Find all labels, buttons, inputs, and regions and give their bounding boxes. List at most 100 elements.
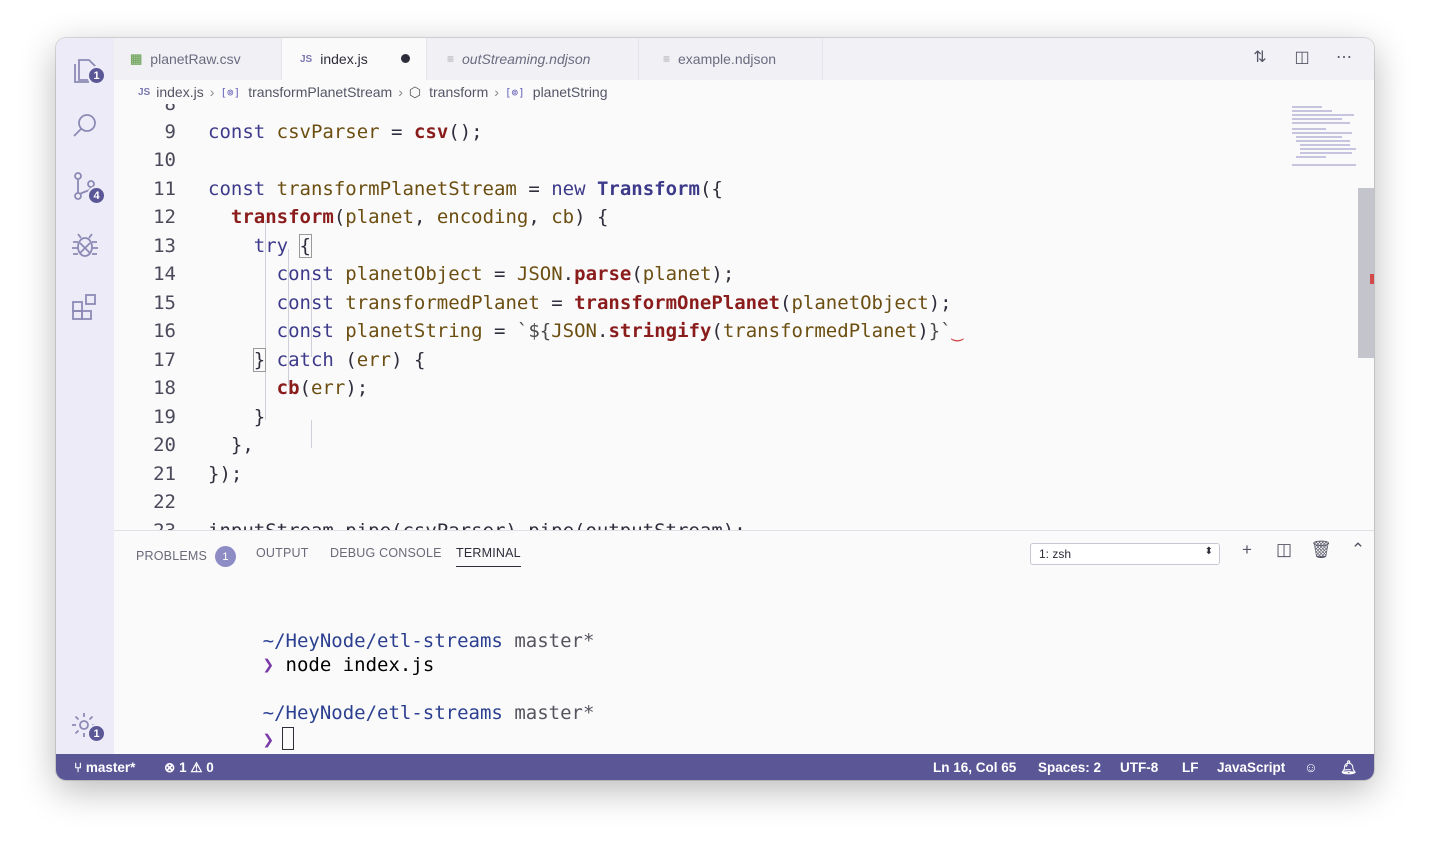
manage-gear-icon[interactable]: 1 (69, 710, 106, 743)
code-text: }); (208, 463, 243, 485)
variable-symbol-icon: [⊚] (504, 85, 525, 99)
panel-actions: + ◫ 🗑 ⌃ ✕ (1236, 540, 1374, 560)
line-number: 12 (153, 206, 176, 228)
debug-icon[interactable] (69, 230, 101, 262)
tab-debug-console[interactable]: DEBUG CONSOLE (330, 546, 442, 560)
problems-status[interactable]: ⊗ 1 ⚠ 0 (164, 760, 214, 776)
terminal-branch: master* (514, 702, 595, 724)
extensions-icon[interactable] (69, 290, 101, 322)
breadcrumb-file[interactable]: index.js (156, 84, 203, 100)
editor-scrollbar[interactable] (1358, 188, 1374, 358)
tab-label: planetRaw.csv (150, 51, 241, 67)
problems-badge: 1 (215, 546, 237, 567)
feedback-smiley-icon[interactable]: ☺ (1304, 760, 1318, 775)
line-number: 20 (153, 434, 176, 456)
indentation-status[interactable]: Spaces: 2 (1038, 760, 1101, 775)
file-icon: ≡ (447, 52, 455, 66)
select-arrows-icon: ⬍ (1204, 546, 1213, 557)
js-file-icon: JS (138, 86, 151, 98)
unsaved-dot-icon[interactable] (401, 54, 410, 63)
terminal-select[interactable]: 1: zsh ⬍ (1030, 543, 1220, 565)
branch-status[interactable]: ⑂ master* (74, 760, 135, 775)
js-file-icon: JS (300, 53, 313, 65)
code-line: 21 }); (114, 460, 1294, 489)
code-line: 20 }, (114, 431, 1294, 460)
code-text: const csvParser = csv(); (208, 121, 483, 143)
code-line: 22 (114, 488, 1294, 517)
line-number: 23 (114, 517, 176, 530)
more-actions-icon[interactable]: ⋯ (1334, 47, 1354, 67)
git-branch-icon: ⑂ (74, 760, 83, 775)
code-text: }, (208, 434, 254, 456)
line-number: 11 (153, 178, 176, 200)
search-icon[interactable] (69, 110, 101, 142)
code-editor[interactable]: 8 9 const csvParser = csv(); 10 11 const… (114, 104, 1358, 530)
tab-outstreaming-ndjson[interactable]: ≡ outStreaming.ndjson (427, 38, 639, 80)
tab-problems-label: PROBLEMS (136, 548, 208, 563)
code-line: 17 } catch (err) { (114, 346, 1294, 375)
code-line: 18 cb(err); (114, 374, 1294, 403)
line-number: 17 (153, 349, 176, 371)
language-mode[interactable]: JavaScript (1217, 760, 1285, 775)
bottom-panel: PROBLEMS 1 OUTPUT DEBUG CONSOLE TERMINAL … (114, 530, 1374, 754)
tab-terminal[interactable]: TERMINAL (456, 546, 521, 567)
code-text: try { (253, 234, 313, 258)
code-text: const transformPlanetStream = new Transf… (208, 178, 723, 200)
breadcrumb-item-planetstring[interactable]: planetString (533, 84, 608, 100)
chevron-right-icon: › (209, 84, 215, 100)
compare-changes-icon[interactable]: ⇅ (1250, 47, 1270, 67)
source-control-icon[interactable]: 4 (69, 170, 106, 205)
cursor-position[interactable]: Ln 16, Col 65 (933, 760, 1016, 775)
terminal-cursor (282, 727, 295, 750)
status-bar: ⑂ master* ⊗ 1 ⚠ 0 Ln 16, Col 65 Spaces: … (56, 754, 1374, 780)
eol-status[interactable]: LF (1182, 760, 1199, 775)
tab-example-ndjson[interactable]: ≡ example.ndjson (639, 38, 823, 80)
code-text: } (208, 406, 266, 428)
tab-problems[interactable]: PROBLEMS 1 (136, 546, 237, 567)
new-terminal-icon[interactable]: + (1236, 540, 1258, 560)
code-text: const planetObject = JSON.parse(planet); (276, 263, 735, 285)
file-icon: ≡ (663, 52, 671, 66)
trash-icon[interactable]: 🗑 (1310, 540, 1332, 560)
error-count: 1 (179, 760, 187, 775)
terminal-path: ~/HeyNode/etl-streams (262, 702, 503, 724)
code-line: 8 (114, 104, 1294, 119)
scm-badge: 4 (87, 186, 106, 205)
line-number: 22 (153, 491, 176, 513)
breadcrumb-item-transform[interactable]: transform (429, 84, 488, 100)
explorer-badge: 1 (87, 66, 106, 85)
line-number: 13 (153, 235, 176, 257)
breadcrumb: JS index.js › [⊚] transformPlanetStream … (114, 80, 1374, 104)
code-text: const planetString = `${JSON.stringify(t… (276, 320, 964, 342)
breadcrumb-item-transformplanetstream[interactable]: transformPlanetStream (248, 84, 392, 100)
minimap[interactable] (1290, 104, 1358, 204)
csv-icon: ▦ (130, 51, 143, 66)
error-scroll-marker (1370, 274, 1374, 284)
tab-label: index.js (320, 51, 368, 67)
line-number: 9 (164, 121, 176, 143)
line-number: 21 (153, 463, 176, 485)
encoding-status[interactable]: UTF-8 (1120, 760, 1158, 775)
code-line: 13 try { (114, 232, 1294, 261)
terminal-prompt: ❯ (262, 729, 275, 751)
code-line: 11 const transformPlanetStream = new Tra… (114, 175, 1294, 204)
activity-bar: 1 4 1 (56, 38, 114, 754)
warning-icon: ⚠ (190, 760, 203, 775)
terminal-branch: master* (514, 630, 595, 652)
explorer-icon[interactable]: 1 (69, 54, 106, 86)
notifications-bell-icon[interactable]: 🔔︎ (1340, 760, 1357, 776)
maximize-panel-icon[interactable]: ⌃ (1347, 540, 1369, 560)
manage-badge: 1 (87, 724, 106, 743)
split-editor-icon[interactable]: ◫ (1292, 47, 1312, 67)
vscode-window: 1 4 1 ▦ planetRaw.csv JS index.js ≡ outS… (56, 38, 1374, 780)
chevron-right-icon: › (494, 84, 499, 100)
code-line: 14 const planetObject = JSON.parse(plane… (114, 260, 1294, 289)
split-terminal-icon[interactable]: ◫ (1273, 540, 1295, 560)
code-line: 19 } (114, 403, 1294, 432)
warning-count: 0 (206, 760, 214, 775)
tab-index-js[interactable]: JS index.js (282, 38, 427, 80)
line-number: 15 (153, 292, 176, 314)
terminal-prompt: ❯ (262, 654, 275, 676)
tab-planetraw-csv[interactable]: ▦ planetRaw.csv (114, 38, 282, 80)
tab-output[interactable]: OUTPUT (256, 546, 309, 560)
